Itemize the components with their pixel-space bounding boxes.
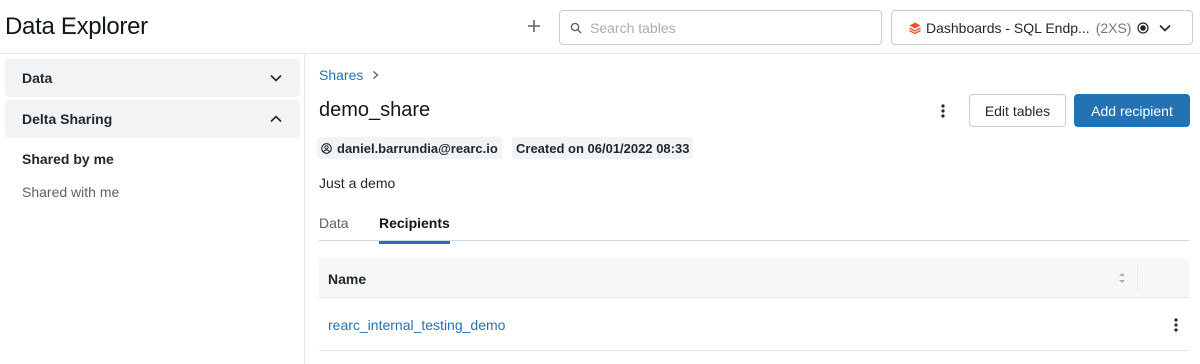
chevron-down-icon [270,74,282,82]
status-dot-icon [1137,21,1151,35]
search-input[interactable] [590,19,870,36]
page-title: demo_share [319,99,431,121]
owner-tag: daniel.barrundia@rearc.io [317,137,502,159]
table-header: Name [319,258,1189,298]
sidebar-group-data[interactable]: Data [5,59,300,97]
add-icon[interactable] [522,14,546,38]
owner-email: daniel.barrundia@rearc.io [337,140,498,156]
more-options-icon[interactable] [935,101,951,121]
endpoint-size: (2XS) [1095,19,1132,36]
sidebar-group-label: Data [22,70,53,86]
chevron-right-icon [372,70,380,80]
user-icon [321,142,333,154]
tab-recipients[interactable]: Recipients [379,215,450,244]
tab-data[interactable]: Data [319,215,349,241]
search-icon [570,21,584,35]
endpoint-selector[interactable]: Dashboards - SQL Endp... (2XS) [891,10,1193,45]
sidebar-item-shared-by-me[interactable]: Shared by me [22,151,114,167]
sidebar-group-label: Delta Sharing [22,111,113,127]
table-row: rearc_internal_testing_demo [319,299,1189,351]
share-description: Just a demo [319,175,396,191]
chevron-up-icon [270,115,282,123]
column-header-name[interactable]: Name [328,271,366,287]
tab-bar: Data Recipients [319,212,1189,244]
row-more-options-icon[interactable] [1168,315,1184,335]
edit-tables-button[interactable]: Edit tables [969,94,1066,127]
created-tag: Created on 06/01/2022 08:33 [512,137,694,159]
endpoint-name: Dashboards - SQL Endp... [926,19,1090,36]
search-box[interactable] [559,10,882,45]
sidebar-item-shared-with-me[interactable]: Shared with me [22,184,119,200]
sql-warehouse-icon [908,21,922,35]
app-title: Data Explorer [5,13,148,40]
add-recipient-button[interactable]: Add recipient [1074,94,1190,127]
main-content: Shares demo_share Edit tables Add recipi… [306,54,1200,364]
sidebar-group-delta-sharing[interactable]: Delta Sharing [5,100,300,138]
column-divider [1137,266,1138,290]
sidebar: Data Delta Sharing Shared by me Shared w… [0,54,305,364]
chevron-down-icon [1159,21,1173,35]
top-header: Data Explorer Dashboards - SQL Endp... (… [0,0,1200,54]
sort-icon[interactable] [1116,270,1128,286]
recipient-link[interactable]: rearc_internal_testing_demo [328,317,505,333]
breadcrumb-shares-link[interactable]: Shares [319,67,363,83]
breadcrumb: Shares [319,67,380,83]
